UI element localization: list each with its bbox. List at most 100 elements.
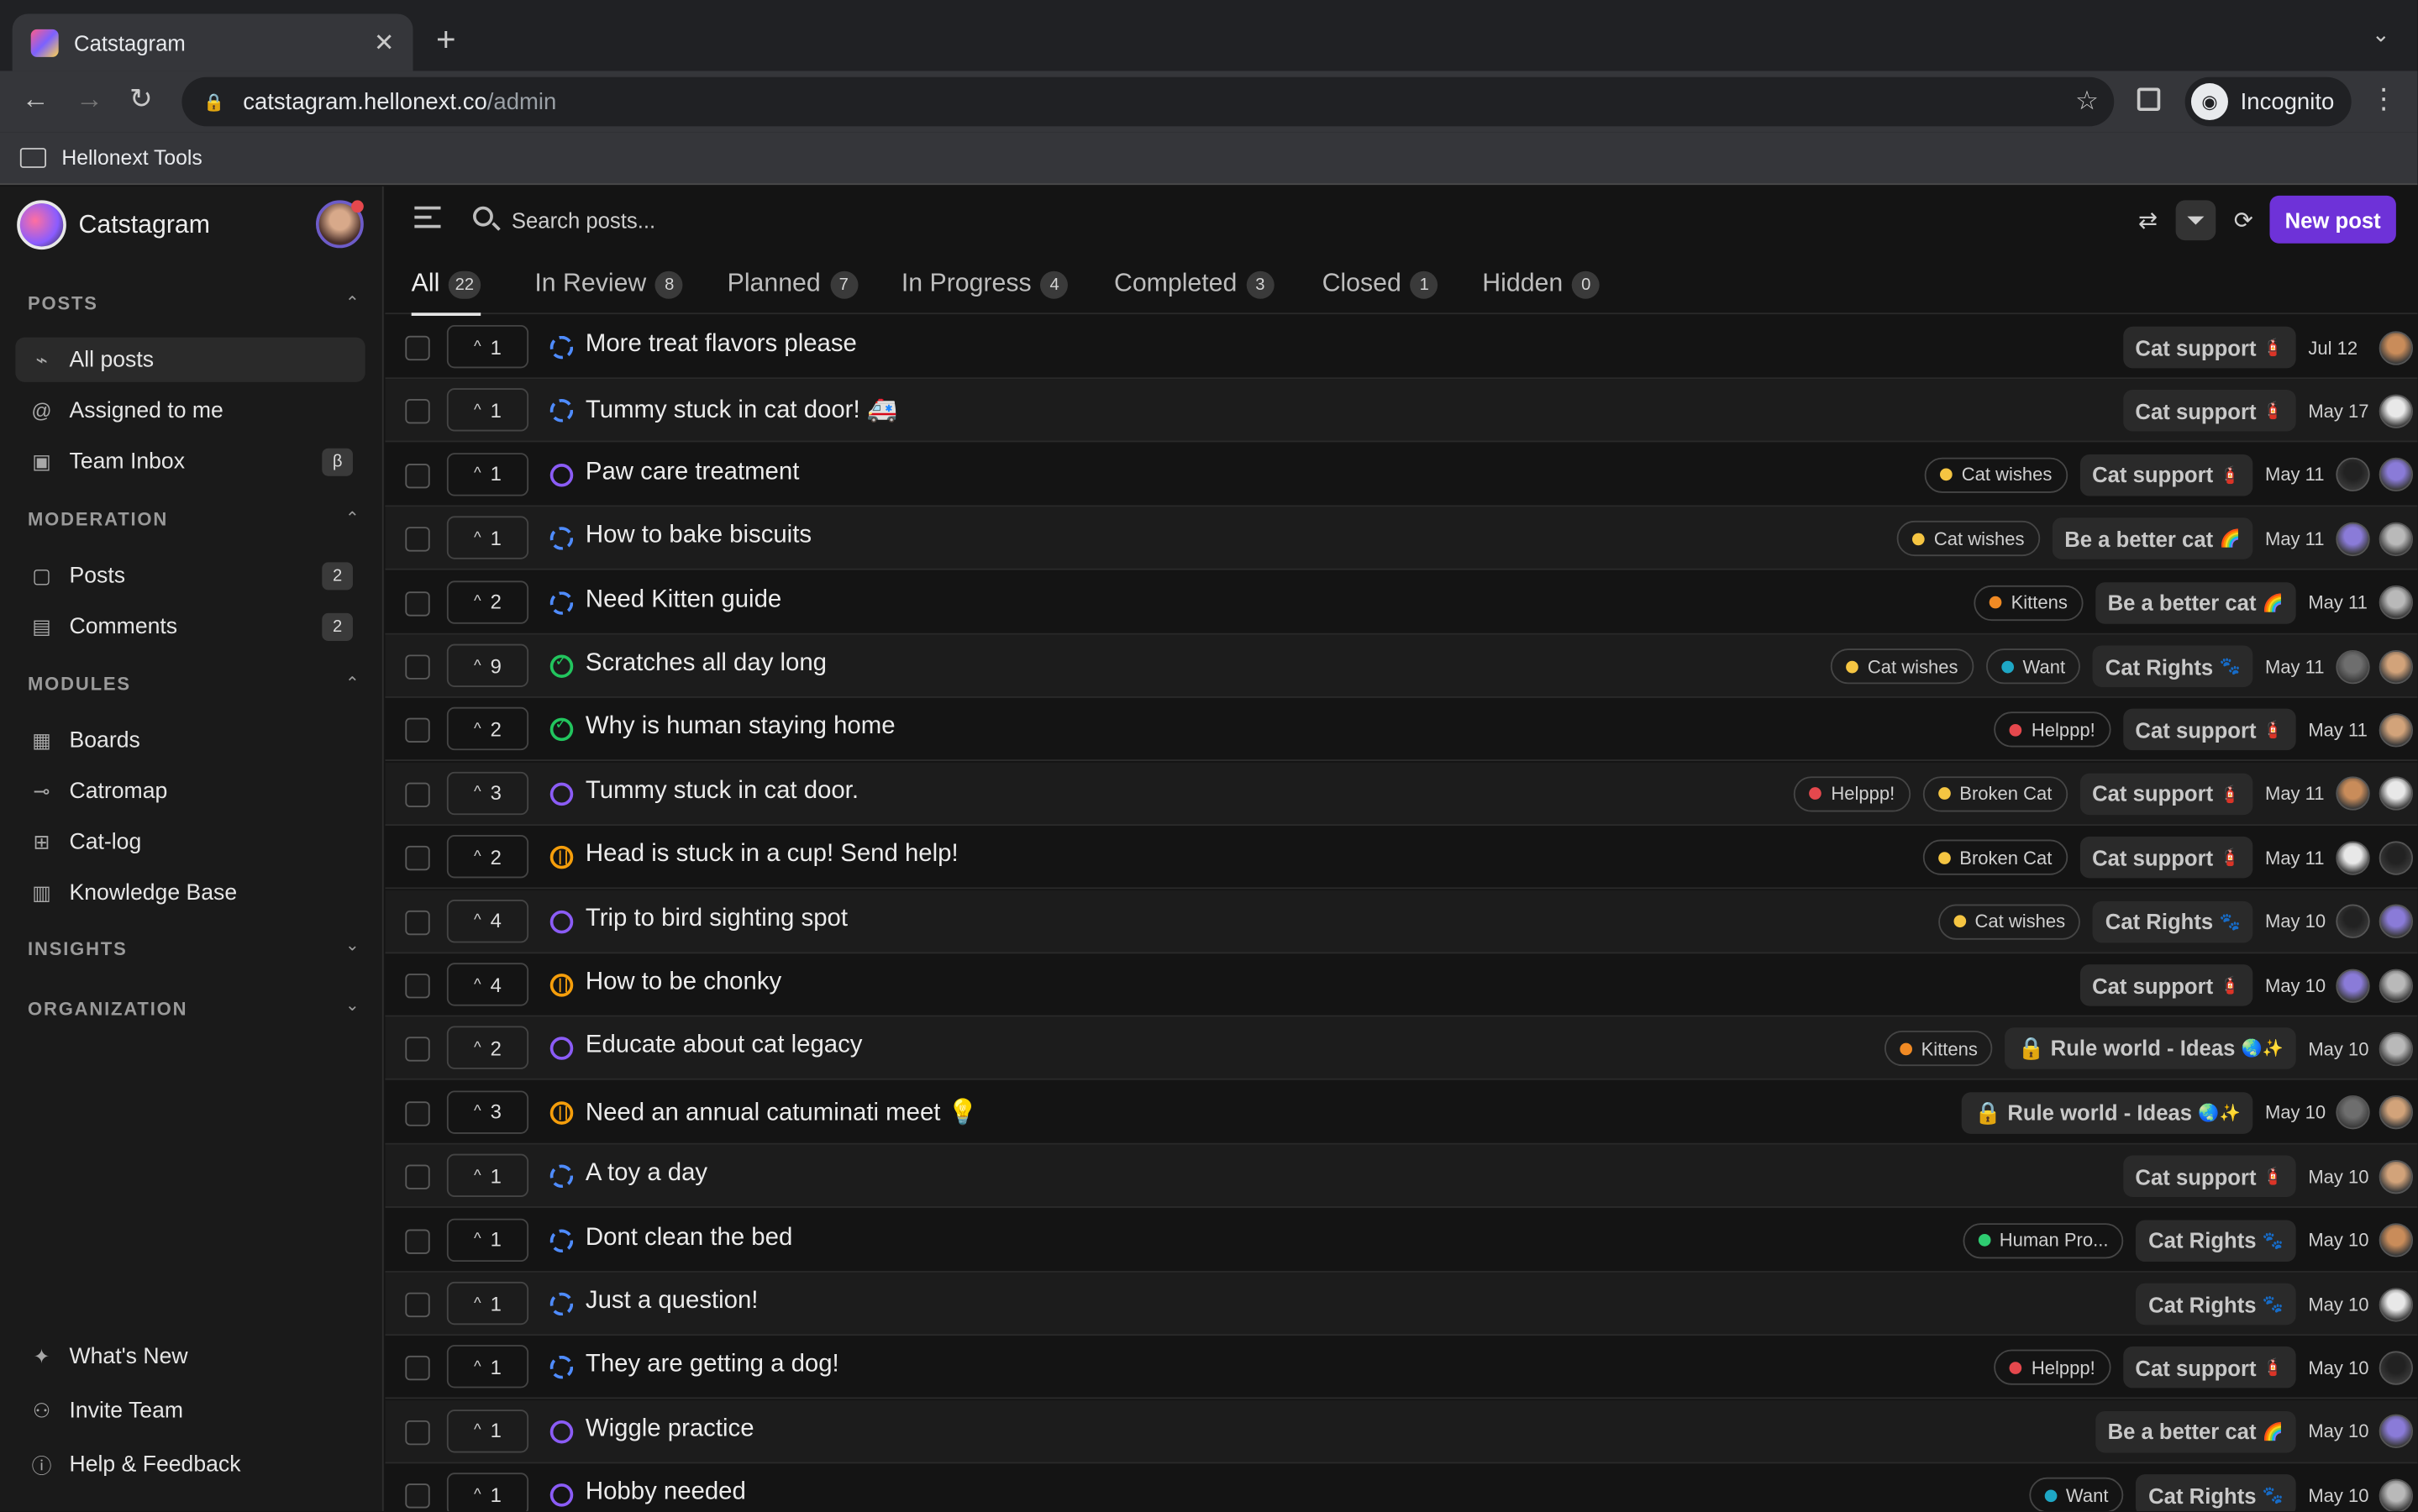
row-checkbox[interactable] — [405, 1483, 430, 1509]
table-row[interactable]: ^ 4 How to be chonky Cat support 🧯 May 10 — [385, 953, 2418, 1017]
tab-hidden[interactable]: Hidden 0 — [1482, 255, 1601, 315]
tab-planned[interactable]: Planned 7 — [728, 255, 858, 315]
row-checkbox[interactable] — [405, 1356, 430, 1381]
organization-section-header[interactable]: ORGANIZATION — [28, 998, 187, 1020]
post-title[interactable]: Wiggle practice — [586, 1415, 754, 1443]
avatar[interactable] — [2336, 840, 2370, 875]
avatar[interactable] — [2379, 1223, 2414, 1257]
tag-badge[interactable]: Helppp! — [1794, 775, 1911, 812]
table-row[interactable]: ^ 3 Tummy stuck in cat door. Helppp! Broken … — [385, 762, 2418, 826]
avatar[interactable] — [2379, 394, 2414, 428]
tag-badge[interactable]: Cat wishes — [1830, 648, 1974, 685]
board-badge[interactable]: Be a better cat 🌈 — [2095, 581, 2296, 624]
sidebar-item-help-feedback[interactable]: ⓘ Help & Feedback — [15, 1442, 365, 1487]
menu-toggle-icon[interactable] — [414, 206, 441, 234]
board-badge[interactable]: Cat Rights 🐾 — [2093, 645, 2253, 687]
upvote-button[interactable]: ^ 1 — [446, 1281, 529, 1326]
post-title[interactable]: Tummy stuck in cat door! 🚑 — [586, 395, 897, 426]
status-review-icon[interactable] — [549, 1356, 574, 1380]
table-row[interactable]: ^ 1 Paw care treatment Cat wishes Cat suppor… — [385, 444, 2418, 507]
avatar[interactable] — [2379, 330, 2414, 365]
board-badge[interactable]: Cat support 🧯 — [2122, 390, 2296, 433]
board-badge[interactable]: Cat support 🧯 — [2122, 326, 2296, 369]
avatar[interactable] — [2379, 649, 2414, 684]
row-checkbox[interactable] — [405, 399, 430, 425]
chevron-down-icon[interactable]: ⌄ — [345, 935, 360, 955]
tag-badge[interactable]: Want — [1985, 648, 2081, 685]
table-row[interactable]: ^ 1 Wiggle practice Be a better cat 🌈 May 10 — [385, 1399, 2418, 1463]
tag-badge[interactable]: Cat wishes — [1937, 903, 2081, 939]
row-checkbox[interactable] — [405, 846, 430, 871]
row-checkbox[interactable] — [405, 591, 430, 616]
upvote-button[interactable]: ^ 4 — [446, 899, 529, 942]
post-title[interactable]: Tummy stuck in cat door. — [586, 778, 859, 806]
upvote-button[interactable]: ^ 2 — [446, 835, 529, 879]
sliders-icon[interactable]: ⇄ — [2128, 200, 2168, 240]
avatar[interactable] — [2379, 776, 2414, 811]
table-row[interactable]: ^ 1 More treat flavors please Cat support 🧯 J… — [385, 316, 2418, 380]
tag-badge[interactable]: Kittens — [1974, 585, 2084, 621]
row-checkbox[interactable] — [405, 910, 430, 935]
board-badge[interactable]: Cat support 🧯 — [2079, 454, 2253, 496]
post-title[interactable]: Dont clean the bed — [586, 1224, 792, 1252]
upvote-button[interactable]: ^ 1 — [446, 1473, 529, 1512]
bookmark-hellonext-tools[interactable]: Hellonext Tools — [61, 146, 202, 170]
post-title[interactable]: Scratches all day long — [586, 650, 827, 678]
status-planned-icon[interactable] — [549, 1420, 574, 1444]
row-checkbox[interactable] — [405, 654, 430, 680]
avatar[interactable] — [2379, 522, 2414, 556]
sidebar-item-cat-log[interactable]: ⊞ Cat-log — [15, 820, 365, 864]
tag-badge[interactable]: Cat wishes — [1924, 457, 2068, 493]
tab-completed[interactable]: Completed 3 — [1114, 255, 1275, 315]
post-title[interactable]: More treat flavors please — [586, 331, 857, 359]
tag-badge[interactable]: Helppp! — [1994, 1350, 2111, 1386]
status-planned-icon[interactable] — [549, 910, 574, 933]
upvote-button[interactable]: ^ 4 — [446, 963, 529, 1006]
board-badge[interactable]: Be a better cat 🌈 — [2095, 1410, 2296, 1453]
tag-badge[interactable]: Want — [2028, 1478, 2124, 1512]
sidebar-item-whats-new[interactable]: ✦ What's New — [15, 1334, 365, 1378]
upvote-button[interactable]: ^ 1 — [446, 1409, 529, 1453]
board-badge[interactable]: Cat Rights 🐾 — [2093, 900, 2253, 942]
status-planned-icon[interactable] — [549, 782, 574, 806]
status-review-icon[interactable] — [549, 1228, 574, 1252]
close-tab-icon[interactable]: ✕ — [374, 27, 395, 58]
post-title[interactable]: Trip to bird sighting spot — [586, 906, 848, 933]
status-planned-icon[interactable] — [549, 1483, 574, 1507]
upvote-button[interactable]: ^ 9 — [446, 643, 529, 687]
avatar[interactable] — [2336, 968, 2370, 1003]
address-bar[interactable]: 🔒 catstagram.hellonext.co/admin ☆ — [181, 76, 2115, 127]
avatar[interactable] — [2336, 904, 2370, 939]
tag-badge[interactable]: Broken Cat — [1922, 775, 2068, 812]
status-progress-icon[interactable] — [549, 1100, 574, 1125]
board-badge[interactable]: 🔒 Rule world - Ideas 🌏✨ — [1962, 1091, 2253, 1134]
table-row[interactable]: ^ 1 Just a question! Cat Rights 🐾 May 10 — [385, 1272, 2418, 1336]
avatar[interactable] — [2379, 1478, 2414, 1512]
tag-badge[interactable]: Helppp! — [1994, 712, 2111, 748]
browser-menu-icon[interactable]: ⋮ — [2370, 83, 2398, 116]
new-tab-icon[interactable]: + — [436, 20, 456, 60]
avatar[interactable] — [2379, 1159, 2414, 1194]
new-post-button[interactable]: New post — [2269, 195, 2396, 244]
tab-in-progress[interactable]: In Progress 4 — [901, 255, 1069, 315]
post-title[interactable]: Need Kitten guide — [586, 586, 781, 614]
chevron-up-icon[interactable]: ⌃ — [345, 292, 360, 312]
row-checkbox[interactable] — [405, 463, 430, 489]
board-badge[interactable]: Cat support 🧯 — [2079, 964, 2253, 1006]
post-title[interactable]: Need an annual catuminati meet 💡 — [586, 1096, 978, 1127]
row-checkbox[interactable] — [405, 782, 430, 807]
table-row[interactable]: ^ 1 Tummy stuck in cat door! 🚑 Cat support 🧯… — [385, 379, 2418, 444]
board-badge[interactable]: Cat Rights 🐾 — [2136, 1474, 2296, 1512]
sidebar-item-invite-team[interactable]: ⚇ Invite Team — [15, 1388, 365, 1432]
row-checkbox[interactable] — [405, 335, 430, 361]
status-review-icon[interactable] — [549, 591, 574, 615]
sidebar-item-all-posts[interactable]: ⌁ All posts — [15, 337, 365, 382]
table-row[interactable]: ^ 1 A toy a day Cat support 🧯 May 10 — [385, 1145, 2418, 1209]
post-title[interactable]: Why is human staying home — [586, 714, 896, 742]
tag-badge[interactable]: Human Pro... — [1962, 1222, 2124, 1258]
row-checkbox[interactable] — [405, 974, 430, 999]
avatar[interactable] — [2379, 968, 2414, 1003]
sidebar-item-comments[interactable]: ▤ Comments 2 — [15, 604, 365, 648]
avatar[interactable] — [2336, 776, 2370, 811]
tab-closed[interactable]: Closed 1 — [1322, 255, 1438, 315]
